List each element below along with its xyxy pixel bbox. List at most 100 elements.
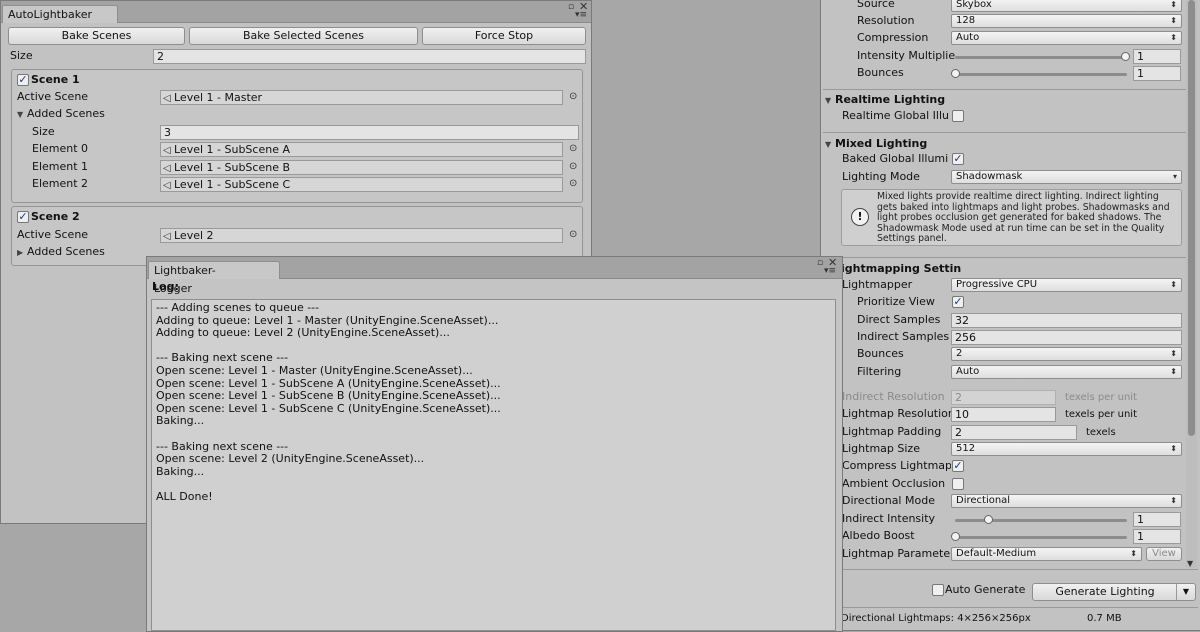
dropdown-arrow-icon: ▾ — [1172, 172, 1177, 181]
directional-mode-dropdown[interactable]: Directional ⬍ — [951, 494, 1182, 508]
ambient-occlusion-checkbox[interactable] — [952, 478, 964, 490]
generate-lighting-button[interactable]: Generate Lighting ▼ — [1032, 583, 1196, 601]
log-text-area[interactable]: --- Adding scenes to queue --- Adding to… — [151, 299, 836, 631]
filtering-dropdown[interactable]: Auto ⬍ — [951, 365, 1182, 379]
realtime-lighting-header[interactable]: ▼ Realtime Lighting — [825, 92, 945, 109]
scene-1-active-label: Active Scene — [17, 90, 89, 103]
lightmap-padding-field[interactable]: 2 — [951, 425, 1077, 440]
lightmapper-label: Lightmapper — [842, 278, 913, 291]
maximize-icon[interactable]: ▫ — [817, 258, 823, 268]
bake-selected-scenes-button[interactable]: Bake Selected Scenes — [189, 27, 418, 45]
env-bounces-slider-thumb[interactable] — [951, 69, 960, 78]
env-bounces-slider-track[interactable] — [955, 73, 1127, 76]
lighting-mode-value: Shadowmask — [956, 171, 1023, 182]
dropdown-arrow-icon: ⬍ — [1170, 33, 1177, 42]
force-stop-button[interactable]: Force Stop — [422, 27, 586, 45]
element-2-field[interactable]: ◁ Level 1 - SubScene C — [160, 177, 563, 192]
scroll-down-icon[interactable]: ▼ — [1187, 559, 1193, 568]
lightmap-size-label: Lightmap Size — [842, 442, 920, 455]
generate-dropdown-icon[interactable]: ▼ — [1176, 584, 1195, 600]
logger-tab[interactable]: Lightbaker-Logger — [148, 261, 280, 295]
indirect-resolution-label: Indirect Resolution — [842, 390, 945, 403]
intensity-slider-thumb[interactable] — [1121, 52, 1130, 61]
scene-2-title: Scene 2 — [31, 210, 80, 223]
help-line: Settings panel. — [877, 233, 947, 244]
resolution-dropdown[interactable]: 128 ⬍ — [951, 14, 1182, 28]
scene-1-added-foldout[interactable]: ▼ Added Scenes — [17, 106, 105, 123]
inspector-scrollbar[interactable]: ▼ — [1186, 0, 1197, 568]
lightmap-size-value: 512 — [956, 443, 976, 454]
intensity-field[interactable]: 1 — [1133, 49, 1181, 64]
albedo-boost-slider-thumb[interactable] — [951, 532, 960, 541]
object-picker-icon[interactable]: ⊙ — [569, 228, 577, 242]
lightmap-resolution-field[interactable]: 10 — [951, 407, 1056, 422]
scene-1-added-label: Added Scenes — [27, 107, 105, 120]
albedo-boost-slider-track[interactable] — [955, 536, 1127, 539]
indirect-intensity-slider-track[interactable] — [955, 519, 1127, 522]
dropdown-arrow-icon: ⬍ — [1170, 444, 1177, 453]
indirect-intensity-field[interactable]: 1 — [1133, 512, 1181, 527]
compression-dropdown[interactable]: Auto ⬍ — [951, 31, 1182, 45]
intensity-slider-track[interactable] — [955, 56, 1127, 59]
element-0-value: Level 1 - SubScene A — [174, 143, 290, 156]
scene-2-added-foldout[interactable]: ▶ Added Scenes — [17, 244, 105, 261]
scene-1-checkbox[interactable]: ✓ — [17, 74, 29, 86]
section-divider — [823, 569, 1198, 570]
scene-2-active-field[interactable]: ◁ Level 2 — [160, 228, 563, 243]
scene-asset-icon: ◁ — [163, 145, 171, 156]
auto-generate-checkbox[interactable] — [932, 584, 944, 596]
lightmap-padding-label: Lightmap Padding — [842, 425, 942, 438]
window-menu-icon[interactable]: ▾≡ — [824, 267, 836, 276]
realtime-gi-checkbox[interactable] — [952, 110, 964, 122]
scene-1-added-size-label: Size — [32, 125, 55, 138]
lightmap-size-dropdown[interactable]: 512 ⬍ — [951, 442, 1182, 456]
source-label: Source — [857, 0, 895, 10]
foldout-down-icon: ▼ — [825, 140, 832, 149]
auto-generate-label: Auto Generate — [945, 583, 1026, 596]
indirect-intensity-slider-thumb[interactable] — [984, 515, 993, 524]
scene-asset-icon: ◁ — [163, 93, 171, 104]
scene-2-checkbox[interactable]: ✓ — [17, 211, 29, 223]
source-dropdown[interactable]: Skybox ⬍ — [951, 0, 1182, 12]
lightmap-parameters-dropdown[interactable]: Default-Medium ⬍ — [951, 547, 1142, 561]
realtime-lighting-title: Realtime Lighting — [835, 93, 946, 106]
status-lightmaps: Directional Lightmaps: 4×256×256px — [841, 613, 1031, 624]
indirect-samples-field[interactable]: 256 — [951, 330, 1182, 345]
lightmap-resolution-unit: texels per unit — [1065, 409, 1137, 420]
compression-label: Compression — [857, 31, 929, 44]
element-0-field[interactable]: ◁ Level 1 - SubScene A — [160, 142, 563, 157]
foldout-right-icon: ▶ — [17, 248, 24, 257]
prioritize-checkbox[interactable]: ✓ — [952, 296, 964, 308]
logger-window: Lightbaker-Logger ▫ ✕ ▾≡ Log: --- Adding… — [146, 256, 843, 632]
lightmapping-header[interactable]: ightmapping Settin — [841, 261, 961, 277]
dropdown-arrow-icon: ⬍ — [1170, 0, 1177, 9]
lightmapper-dropdown[interactable]: Progressive CPU ⬍ — [951, 278, 1182, 292]
window-menu-icon[interactable]: ▾≡ — [575, 11, 587, 20]
object-picker-icon[interactable]: ⊙ — [569, 90, 577, 104]
dropdown-arrow-icon: ⬍ — [1170, 367, 1177, 376]
env-bounces-field[interactable]: 1 — [1133, 66, 1181, 81]
view-button[interactable]: View — [1146, 547, 1182, 561]
scene-1-active-field[interactable]: ◁ Level 1 - Master — [160, 90, 563, 105]
bake-scenes-button[interactable]: Bake Scenes — [8, 27, 185, 45]
scenes-size-field[interactable]: 2 — [153, 49, 586, 64]
direct-samples-field[interactable]: 32 — [951, 313, 1182, 328]
albedo-boost-field[interactable]: 1 — [1133, 529, 1181, 544]
info-icon: ! — [851, 208, 869, 226]
element-1-field[interactable]: ◁ Level 1 - SubScene B — [160, 160, 563, 175]
log-label: Log: — [152, 280, 179, 293]
baked-gi-checkbox[interactable]: ✓ — [952, 153, 964, 165]
section-divider — [823, 257, 1186, 258]
maximize-icon[interactable]: ▫ — [568, 2, 574, 12]
inspector-scrollbar-thumb[interactable] — [1188, 0, 1195, 436]
indirect-resolution-unit: texels per unit — [1065, 392, 1137, 403]
object-picker-icon[interactable]: ⊙ — [569, 142, 577, 156]
autolightbaker-tab[interactable]: AutoLightbaker — [2, 5, 118, 23]
scene-1-added-size-field[interactable]: 3 — [160, 125, 579, 140]
compress-checkbox[interactable]: ✓ — [952, 460, 964, 472]
lighting-mode-dropdown[interactable]: Shadowmask ▾ — [951, 170, 1182, 184]
section-divider — [823, 607, 1198, 608]
object-picker-icon[interactable]: ⊙ — [569, 177, 577, 191]
object-picker-icon[interactable]: ⊙ — [569, 160, 577, 174]
lm-bounces-dropdown[interactable]: 2 ⬍ — [951, 347, 1182, 361]
